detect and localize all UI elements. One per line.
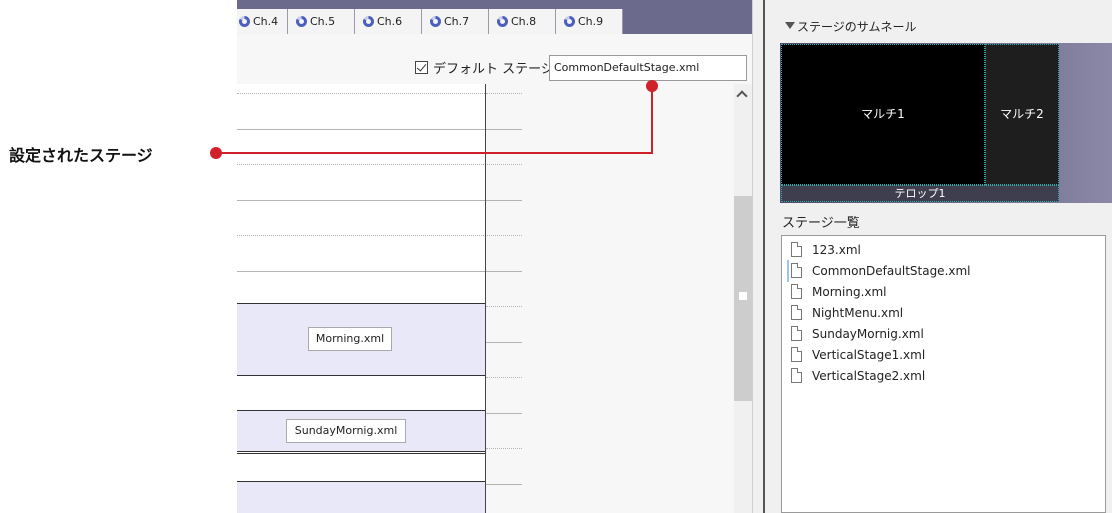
tab-ch9[interactable]: Ch.9 — [556, 9, 623, 34]
tab-ch4[interactable]: Ch.4 — [237, 9, 288, 34]
tab-ch8[interactable]: Ch.8 — [489, 9, 556, 34]
channel-icon — [497, 16, 508, 27]
grid-line — [237, 271, 522, 272]
grid-line — [486, 448, 522, 449]
tab-ch5[interactable]: Ch.5 — [288, 9, 355, 34]
grid-line — [237, 453, 485, 454]
thumbnail-panel-title: ステージのサムネール — [797, 20, 917, 34]
splitter-bar — [763, 0, 765, 513]
schedule-block-label: Morning.xml — [308, 327, 392, 351]
thumbnail-region-multi1: マルチ1 — [781, 44, 985, 185]
thumbnail-region-multi2: マルチ2 — [985, 44, 1059, 185]
file-icon — [791, 263, 802, 278]
schedule-block[interactable] — [237, 481, 485, 513]
default-stage-checkbox[interactable] — [415, 61, 428, 74]
channel-icon — [564, 16, 575, 27]
default-stage-field[interactable]: CommonDefaultStage.xml — [549, 55, 747, 81]
schedule-block[interactable]: Morning.xml — [237, 303, 485, 376]
channel-icon — [239, 16, 250, 27]
panel-splitter[interactable] — [752, 0, 772, 513]
schedule-block-label: SundayMornig.xml — [286, 419, 406, 443]
grid-line — [486, 93, 522, 94]
grid-line — [237, 164, 522, 165]
channel-icon — [363, 16, 374, 27]
channel-icon — [430, 16, 441, 27]
tab-ch7[interactable]: Ch.7 — [422, 9, 489, 34]
callout-label: 設定されたステージ — [9, 146, 153, 165]
file-icon — [791, 368, 802, 383]
scrollbar-thumb[interactable] — [734, 196, 752, 401]
callout-dot-start — [210, 147, 222, 159]
grid-line — [237, 200, 522, 201]
scroll-up-icon[interactable] — [736, 90, 748, 102]
tab-ch6[interactable]: Ch.6 — [355, 9, 422, 34]
channel-tab-strip: Ch.4 Ch.5 Ch.6 Ch.7 Ch.8 Ch.9 — [237, 0, 757, 34]
file-icon — [791, 326, 802, 341]
stage-list[interactable]: 123.xml CommonDefaultStage.xml Morning.x… — [781, 235, 1106, 513]
schedule-block[interactable]: SundayMornig.xml — [237, 410, 485, 452]
file-icon — [791, 242, 802, 257]
thumbnail-region-telop: テロップ1 — [781, 185, 1059, 202]
collapse-arrow-icon[interactable] — [785, 22, 795, 29]
file-icon — [791, 347, 802, 362]
grid-line — [237, 235, 522, 236]
grid-line — [486, 342, 522, 343]
grid-line — [486, 413, 522, 414]
scrollbar-grip-icon — [739, 292, 747, 300]
file-icon — [791, 305, 802, 320]
timeline-grid[interactable]: Morning.xml SundayMornig.xml — [237, 84, 734, 513]
stage-list-title: ステージ一覧 — [782, 216, 860, 231]
grid-line — [486, 377, 522, 378]
default-stage-label: デフォルト ステージ — [433, 62, 554, 77]
vertical-scrollbar[interactable] — [734, 84, 752, 513]
grid-line — [237, 93, 485, 94]
timeline-right-pane — [486, 84, 734, 513]
grid-line — [486, 484, 522, 485]
timeline-divider — [485, 84, 486, 513]
channel-icon — [296, 16, 307, 27]
grid-line — [486, 306, 522, 307]
grid-line — [237, 129, 522, 130]
file-icon — [791, 284, 802, 299]
